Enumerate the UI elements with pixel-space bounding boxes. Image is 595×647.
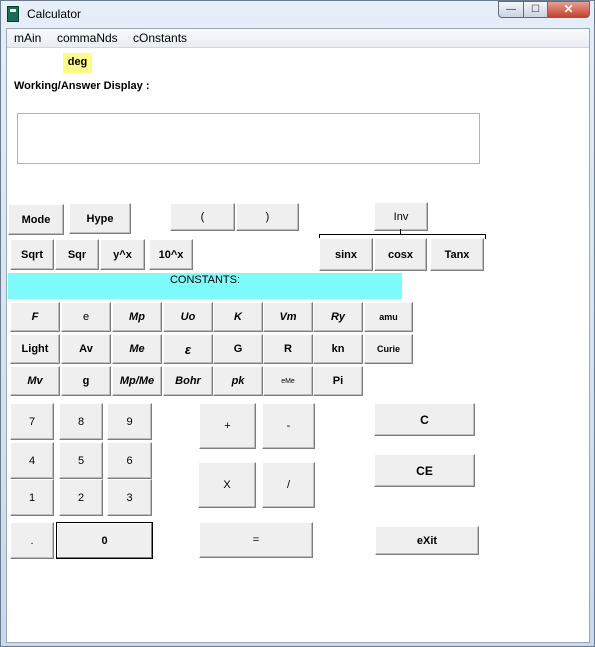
const-pk-button[interactable]: pk [213,366,263,396]
plus-button[interactable]: + [199,403,256,449]
digit-5-button[interactable]: 5 [59,442,103,479]
const-g-small-button[interactable]: g [61,366,111,396]
menu-commands[interactable]: commaNds [57,31,118,45]
divide-button[interactable]: / [262,462,315,508]
const-amu-button[interactable]: amu [364,302,413,332]
const-r-button[interactable]: R [263,334,313,364]
mode-button[interactable]: Mode [8,204,64,235]
clear-button[interactable]: C [374,403,475,436]
digit-4-button[interactable]: 4 [10,442,54,479]
display-label: Working/Answer Display : [14,80,150,92]
sinx-button[interactable]: sinx [319,238,373,271]
const-mv-button[interactable]: Mv [10,366,60,396]
title-bar: Calculator — ☐ ✕ [1,1,594,27]
sqrt-button[interactable]: Sqrt [10,239,54,270]
const-epsilon-button[interactable]: ε [163,334,213,364]
working-answer-display[interactable] [17,113,480,164]
minus-button[interactable]: - [262,403,315,449]
ten-pow-x-button[interactable]: 10^x [149,239,193,270]
angle-mode-indicator: deg [63,53,92,73]
const-uo-button[interactable]: Uo [163,302,213,332]
digit-3-button[interactable]: 3 [107,479,152,516]
const-eme-button[interactable]: eMe [263,366,313,396]
multiply-button[interactable]: X [198,462,256,508]
const-kn-button[interactable]: kn [313,334,363,364]
inv-button[interactable]: Inv [374,202,428,231]
equals-button[interactable]: = [199,522,313,558]
hype-button[interactable]: Hype [69,203,131,234]
digit-6-button[interactable]: 6 [107,442,152,479]
const-g-button[interactable]: G [213,334,263,364]
close-button[interactable]: ✕ [547,1,590,18]
sqr-button[interactable]: Sqr [55,239,99,270]
cosx-button[interactable]: cosx [374,238,427,271]
const-mp-button[interactable]: Mp [112,302,162,332]
right-paren-button[interactable]: ) [236,203,299,231]
menu-bar: mAin commaNds cOnstants [7,29,589,48]
digit-8-button[interactable]: 8 [59,403,103,440]
const-av-button[interactable]: Av [61,334,111,364]
menu-constants[interactable]: cOnstants [133,31,187,45]
client-area: mAin commaNds cOnstants deg Working/Answ… [6,28,590,643]
const-f-button[interactable]: F [10,302,60,332]
digit-2-button[interactable]: 2 [59,479,103,516]
calculator-window: Calculator — ☐ ✕ mAin commaNds cOnstants… [0,0,595,647]
const-mp-me-button[interactable]: Mp/Me [112,366,162,396]
const-light-button[interactable]: Light [10,334,60,364]
constants-header: CONSTANTS: [8,273,402,299]
minimize-button[interactable]: — [498,1,524,18]
left-paren-button[interactable]: ( [170,203,235,231]
tanx-button[interactable]: Tanx [430,238,484,271]
digit-1-button[interactable]: 1 [10,479,54,516]
const-bohr-button[interactable]: Bohr [163,366,213,396]
calculator-icon [7,6,19,22]
const-me-button[interactable]: Me [112,334,162,364]
const-k-button[interactable]: K [213,302,263,332]
exit-button[interactable]: eXit [375,526,479,555]
decimal-point-button[interactable]: . [10,522,54,559]
const-vm-button[interactable]: Vm [263,302,313,332]
const-e-button[interactable]: e [61,302,111,332]
digit-9-button[interactable]: 9 [107,403,152,440]
y-pow-x-button[interactable]: y^x [100,239,145,270]
menu-main[interactable]: mAin [14,31,41,45]
const-ry-button[interactable]: Ry [313,302,363,332]
digit-7-button[interactable]: 7 [10,403,54,440]
const-curie-button[interactable]: Curie [364,334,413,364]
maximize-button[interactable]: ☐ [523,1,548,18]
window-title: Calculator [27,7,82,21]
const-pi-button[interactable]: Pi [313,366,363,396]
digit-0-button[interactable]: 0 [56,522,153,559]
clear-entry-button[interactable]: CE [374,454,475,487]
